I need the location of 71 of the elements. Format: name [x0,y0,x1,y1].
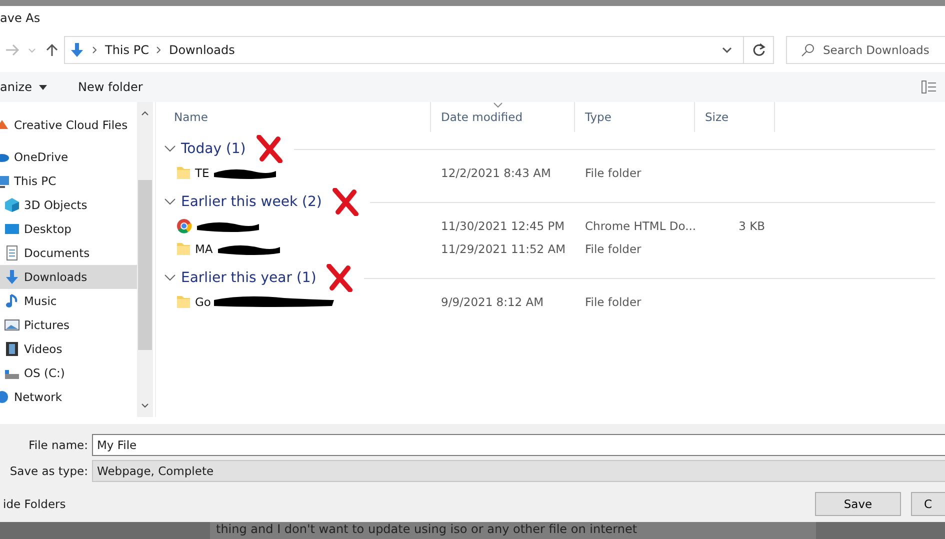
forward-arrow-icon [4,42,20,58]
folder-icon [176,241,192,257]
column-header[interactable]: Type [575,102,695,132]
breadcrumb-item[interactable]: This PC [105,43,149,57]
folder-icon [176,165,192,181]
group-header[interactable]: Earlier this year (1) [164,270,322,286]
window-title: ave As [0,10,42,27]
music-note-icon [4,293,20,309]
navigation-item[interactable]: OS (C:) [0,361,137,385]
column-header[interactable]: Size [695,102,775,132]
address-bar[interactable]: This PC Downloads [64,36,744,64]
date-cell-text: 12/2/2021 8:43 AM [440,165,552,182]
file-name[interactable]: Go [195,295,211,309]
type-cell-text: File folder [584,294,642,311]
cube-icon [4,197,20,213]
caret-icon [38,83,48,91]
navigation-item[interactable]: Pictures [0,313,137,337]
type-cell-text: Chrome HTML Do... [584,218,695,235]
search-field[interactable]: Search Downloads [786,36,945,64]
navigation-item[interactable]: 3D Objects [0,193,137,217]
field-label: File name: [28,438,89,452]
cancel-button[interactable]: C [911,492,945,516]
file-name[interactable]: MA [195,242,213,256]
document-icon [4,245,20,261]
save-button[interactable]: Save [815,492,901,516]
hide-folders-link[interactable]: ide Folders [3,497,66,512]
new-folder-button[interactable]: New folder [78,80,147,94]
column-header[interactable]: Date modified [431,102,575,132]
cross-mark [326,264,354,292]
type-cell-text: File folder [584,165,642,182]
navigation-item[interactable]: This PC [0,169,137,193]
file-name-field[interactable]: My File [92,434,945,456]
sort-icon [493,102,503,108]
cross-mark [256,135,284,163]
scrollbar[interactable] [137,102,153,417]
refresh-button[interactable] [744,36,774,64]
view-options-icon [921,80,937,94]
scrollbar-thumb[interactable] [138,180,152,350]
file-type-dropdown[interactable]: Webpage, Complete [92,460,945,482]
group-header[interactable]: Today (1) [164,141,252,157]
navigation-item[interactable]: Network [0,385,137,409]
folder-icon [176,294,192,310]
size-cell-text: 3 KB [738,218,766,235]
type-cell-text: File folder [584,241,642,258]
navigation-item[interactable]: Videos [0,337,137,361]
chevron-down-icon [28,48,36,52]
column-header[interactable]: Name [164,102,431,132]
field-label: Save as type: [8,464,89,478]
film-icon [4,341,20,357]
navigation-item[interactable]: Creative Cloud Files [0,113,137,137]
date-cell-text: 11/29/2021 11:52 AM [440,241,567,258]
search-icon [801,43,815,57]
date-cell-text: 9/9/2021 8:12 AM [440,294,545,311]
download-icon [4,269,20,285]
up-arrow-icon [44,42,60,58]
file-name[interactable]: TE [195,166,210,180]
breadcrumb-item[interactable]: Downloads [168,43,235,57]
refresh-icon [752,43,766,57]
navigation-item[interactable]: Downloads [0,265,137,289]
organize-button[interactable]: anize [0,80,52,94]
cross-mark [332,188,360,216]
background-text: thing and I don't want to update using iso or any other file on internet [210,522,816,539]
monitor-icon [4,221,20,237]
navigation-item[interactable]: Documents [0,241,137,265]
navigation-item[interactable]: Music [0,289,137,313]
date-cell-text: 11/30/2021 12:45 PM [440,218,566,235]
picture-icon [4,317,20,333]
navigation-item[interactable]: OneDrive [0,145,137,169]
navigation-item[interactable]: Desktop [0,217,137,241]
group-header[interactable]: Earlier this week (2) [164,194,328,210]
download-icon [69,42,85,58]
